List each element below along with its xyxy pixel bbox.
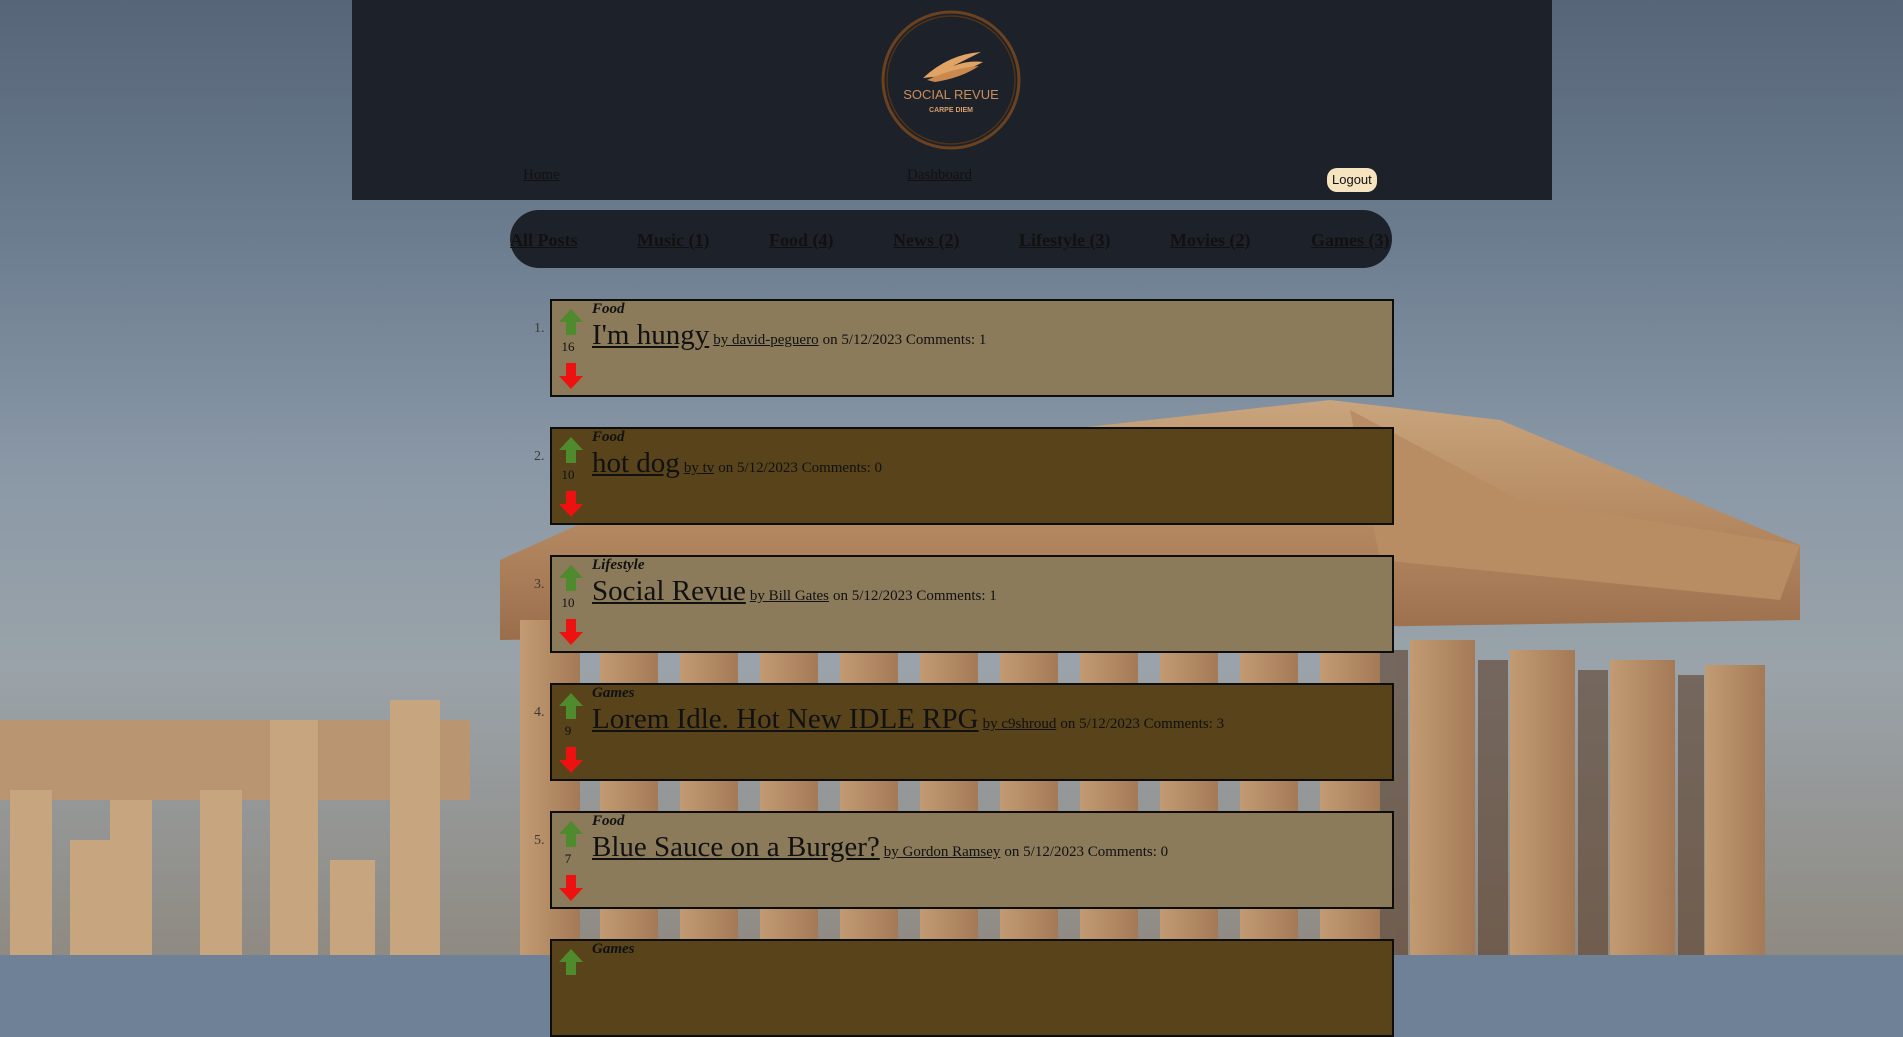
- svg-text:CARPE DIEM: CARPE DIEM: [929, 107, 973, 114]
- post-category: Games: [592, 685, 635, 701]
- downvote-arrow-icon[interactable]: [559, 491, 583, 517]
- vote-count: 7: [564, 851, 572, 866]
- post-item: 5. 7 Food Blue Sauce on a Burger? by Gor…: [534, 811, 1394, 909]
- post-meta: on 5/12/2023 Comments: 3: [1060, 716, 1225, 732]
- post-title-line: Blue Sauce on a Burger? by Gordon Ramsey…: [592, 831, 1168, 864]
- tab-news[interactable]: News (2): [893, 230, 959, 251]
- downvote-arrow-icon[interactable]: [559, 747, 583, 773]
- post-meta: on 5/12/2023 Comments: 0: [1004, 844, 1169, 860]
- post-title-link[interactable]: Social Revue: [592, 575, 746, 607]
- post-item: 4. 9 Games Lorem Idle. Hot New IDLE RPG …: [534, 683, 1394, 781]
- upvote-arrow-icon[interactable]: [559, 437, 583, 463]
- tab-music[interactable]: Music (1): [637, 230, 709, 251]
- post-rank: 2.: [534, 449, 545, 464]
- post-meta: on 5/12/2023 Comments: 1: [822, 332, 987, 348]
- post-category: Food: [592, 429, 625, 445]
- post-title-line: Lorem Idle. Hot New IDLE RPG by c9shroud…: [592, 703, 1224, 736]
- post-meta: on 5/12/2023 Comments: 0: [718, 460, 882, 476]
- post-item: Games: [550, 939, 1394, 1037]
- nav-dashboard-link[interactable]: Dashboard: [907, 167, 972, 184]
- upvote-arrow-icon[interactable]: [559, 821, 583, 847]
- post-rank: 5.: [534, 833, 545, 848]
- site-logo[interactable]: SOCIAL REVUE CARPE DIEM: [879, 8, 1023, 152]
- upvote-arrow-icon[interactable]: [559, 565, 583, 591]
- post-item: 3. 10 Lifestyle Social Revue by Bill Gat…: [534, 555, 1394, 653]
- vote-count: 9: [564, 723, 572, 738]
- post-rank: 1.: [534, 321, 545, 336]
- downvote-arrow-icon[interactable]: [559, 619, 583, 645]
- post-title-link[interactable]: Lorem Idle. Hot New IDLE RPG: [592, 703, 979, 735]
- upvote-arrow-icon[interactable]: [559, 949, 583, 975]
- post-title-line: Social Revue by Bill Gates on 5/12/2023 …: [592, 575, 997, 608]
- tab-lifestyle[interactable]: Lifestyle (3): [1019, 230, 1110, 251]
- vote-count: 16: [561, 339, 575, 354]
- post-category: Food: [592, 813, 625, 829]
- tab-movies[interactable]: Movies (2): [1170, 230, 1250, 251]
- nav-home-link[interactable]: Home: [523, 167, 560, 184]
- post-title-line: hot dog by tv on 5/12/2023 Comments: 0: [592, 447, 882, 480]
- tab-games[interactable]: Games (3): [1311, 230, 1389, 251]
- post-author-link[interactable]: by c9shroud: [983, 716, 1057, 732]
- logout-button[interactable]: Logout: [1327, 168, 1377, 192]
- post-rank: 3.: [534, 577, 545, 592]
- tab-food[interactable]: Food (4): [769, 230, 834, 251]
- post-author-link[interactable]: by tv: [684, 460, 714, 476]
- vote-count: 10: [561, 467, 575, 482]
- svg-text:SOCIAL REVUE: SOCIAL REVUE: [903, 87, 999, 102]
- post-title-line: I'm hungy by david-peguero on 5/12/2023 …: [592, 319, 986, 352]
- site-header: SOCIAL REVUE CARPE DIEM Home Dashboard L…: [352, 0, 1552, 200]
- vote-count: 10: [561, 595, 575, 610]
- post-category: Games: [592, 941, 635, 957]
- upvote-arrow-icon[interactable]: [559, 693, 583, 719]
- post-category: Food: [592, 301, 625, 317]
- post-author-link[interactable]: by Bill Gates: [750, 588, 829, 604]
- post-title-link[interactable]: Blue Sauce on a Burger?: [592, 831, 880, 863]
- post-meta: on 5/12/2023 Comments: 1: [833, 588, 997, 604]
- post-item: 2. 10 Food hot dog by tv on 5/12/2023 Co…: [534, 427, 1394, 525]
- category-tabs: All Posts Music (1) Food (4) News (2) Li…: [510, 210, 1392, 268]
- post-author-link[interactable]: by david-peguero: [713, 332, 818, 348]
- post-title-link[interactable]: hot dog: [592, 447, 680, 479]
- downvote-arrow-icon[interactable]: [559, 875, 583, 901]
- post-title-link[interactable]: I'm hungy: [592, 319, 709, 351]
- upvote-arrow-icon[interactable]: [559, 309, 583, 335]
- post-category: Lifestyle: [592, 557, 645, 573]
- post-item: 1. 16 Food I'm hungy by david-peguero on…: [534, 299, 1394, 397]
- post-author-link[interactable]: by Gordon Ramsey: [884, 844, 1001, 860]
- post-rank: 4.: [534, 705, 545, 720]
- downvote-arrow-icon[interactable]: [559, 363, 583, 389]
- tab-all-posts[interactable]: All Posts: [510, 230, 578, 251]
